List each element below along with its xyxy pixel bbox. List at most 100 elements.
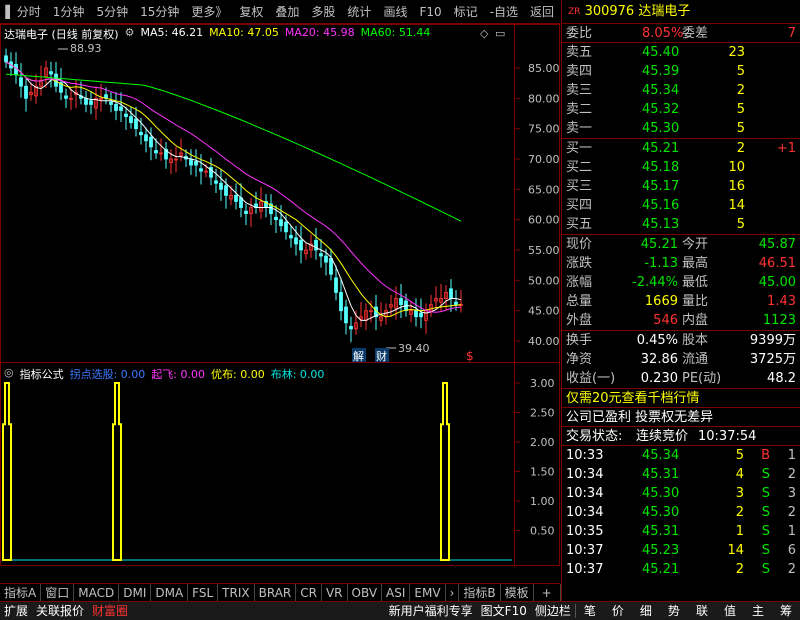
status-f10[interactable]: 图文F10	[477, 602, 531, 620]
quote-value: 45.87	[758, 237, 796, 252]
status-tab-chou[interactable]: 筹	[772, 602, 800, 620]
remove-watchlist-button[interactable]: -自选	[484, 0, 524, 24]
status-expand[interactable]: 扩展	[0, 602, 32, 620]
candle-body	[274, 216, 278, 221]
ind-y-tick-label: 1.00	[530, 495, 555, 508]
candle-body	[234, 194, 238, 202]
tick-row[interactable]: 10:34 45.31 4 S 2	[562, 465, 800, 484]
tab-template[interactable]: 模板	[501, 583, 534, 602]
ask-row[interactable]: 卖一 45.30 5	[562, 119, 800, 138]
bid-label: 买五	[566, 217, 593, 232]
indicator-collapse-icon[interactable]: ◎	[4, 366, 14, 380]
tick-count: 2	[787, 562, 796, 577]
ask-row[interactable]: 卖四 45.39 5	[562, 62, 800, 81]
tab-5min[interactable]: 5分钟	[90, 0, 134, 24]
duogu-button[interactable]: 多股	[305, 0, 341, 24]
tab-vr[interactable]: VR	[322, 583, 348, 602]
status-tab-bi[interactable]: 笔	[576, 602, 604, 620]
tab-1min[interactable]: 1分钟	[47, 0, 91, 24]
status-tab-lian[interactable]: 联	[688, 602, 716, 620]
low-label: 39.40	[398, 342, 430, 355]
status-tab-zhu[interactable]: 主	[744, 602, 772, 620]
candle-body	[124, 113, 128, 117]
bid-row[interactable]: 买二 45.18 10	[562, 158, 800, 177]
bid-row[interactable]: 买三 45.17 16	[562, 177, 800, 196]
tab-obv[interactable]: OBV	[348, 583, 383, 602]
tab-indicator-a[interactable]: 指标A	[0, 583, 42, 602]
status-tab-xi[interactable]: 细	[632, 602, 660, 620]
tick-row[interactable]: 10:37 45.21 2 S 2	[562, 560, 800, 579]
fuquan-button[interactable]: 复权	[233, 0, 269, 24]
indicator-name[interactable]: 指标公式	[20, 366, 64, 381]
tab-more[interactable]: 更多》	[185, 0, 233, 24]
tab-fenshi[interactable]: 分时	[11, 0, 47, 24]
quote-row[interactable]: 总量 1669 量比 1.43	[562, 292, 800, 311]
huaxian-button[interactable]: 画线	[377, 0, 413, 24]
tick-row[interactable]: 10:33 45.34 5 B 1	[562, 446, 800, 465]
promo-link[interactable]: 仅需20元查看千档行情	[566, 389, 700, 408]
y-tick-label: 70.00	[528, 153, 560, 166]
ind-y-tick-label: 0.50	[530, 525, 555, 538]
tick-row[interactable]: 10:34 45.30 3 S 3	[562, 484, 800, 503]
quote-row[interactable]: 涨幅 -2.44% 最低 45.00	[562, 273, 800, 292]
tab-indicator-b[interactable]: 指标B	[459, 583, 501, 602]
biaoji-button[interactable]: 标记	[448, 0, 484, 24]
quote-row[interactable]: 现价 45.21 今开 45.87	[562, 235, 800, 254]
back-button[interactable]: 返回	[524, 0, 560, 24]
ask-row[interactable]: 卖二 45.32 5	[562, 100, 800, 119]
tab-trix[interactable]: TRIX	[218, 583, 255, 602]
tick-row[interactable]: 10:37 45.23 14 S 6	[562, 541, 800, 560]
tab-brar[interactable]: BRAR	[255, 583, 297, 602]
status-tab-shi[interactable]: 势	[660, 602, 688, 620]
rect-icon: ▭	[495, 27, 505, 40]
bid-volume: 5	[736, 217, 745, 232]
quote-label: 最低	[682, 275, 709, 290]
stat-row[interactable]: 收益(一) 0.230 PE(动) 48.2	[562, 369, 800, 388]
stat-row[interactable]: 净资 32.86 流通 3725万	[562, 350, 800, 369]
tab-asi[interactable]: ASI	[382, 583, 411, 602]
candle-body	[24, 85, 28, 99]
quote-value: 1669	[644, 294, 678, 309]
status-related-quote[interactable]: 关联报价	[32, 602, 88, 620]
bid-row[interactable]: 买一 45.21 2 +1	[562, 139, 800, 158]
tick-row[interactable]: 10:35 45.31 1 S 1	[562, 522, 800, 541]
status-sidebar[interactable]: 侧边栏	[531, 602, 575, 620]
kline-chart[interactable]: 85.00 80.00 75.00 70.00 65.00 60.00 55.00 50.00…	[0, 24, 560, 566]
ask-row[interactable]: 卖五 45.40 23	[562, 43, 800, 62]
status-tab-zhi[interactable]: 值	[716, 602, 744, 620]
f10-button[interactable]: F10	[413, 0, 447, 24]
status-tab-jia[interactable]: 价	[604, 602, 632, 620]
quote-row[interactable]: 涨跌 -1.13 最高 46.51	[562, 254, 800, 273]
menu-icon[interactable]: ▐	[0, 5, 11, 19]
tab-dmi[interactable]: DMI	[119, 583, 152, 602]
ask-label: 卖一	[566, 121, 593, 136]
tab-dma[interactable]: DMA	[151, 583, 189, 602]
promo-row[interactable]: 仅需20元查看千档行情	[562, 389, 800, 408]
tab-cr[interactable]: CR	[296, 583, 322, 602]
bid-row[interactable]: 买四 45.16 14	[562, 196, 800, 215]
status-wealth-circle[interactable]: 财富圈	[88, 602, 132, 620]
stat-row[interactable]: 换手 0.45% 股本 9399万	[562, 331, 800, 350]
tab-window[interactable]: 窗口	[41, 583, 75, 602]
bid-list: 买一 45.21 2 +1 买二 45.18 10 买三 45.17 16 买四 45.16 14 买五 4…	[562, 139, 800, 235]
tab-15min[interactable]: 15分钟	[134, 0, 185, 24]
candle-body	[149, 136, 153, 148]
bid-row[interactable]: 买五 45.13 5	[562, 215, 800, 234]
tab-scroll-right-icon[interactable]: ›	[446, 583, 460, 602]
diejia-button[interactable]: 叠加	[269, 0, 305, 24]
quote-row[interactable]: 外盘 546 内盘 1123	[562, 311, 800, 330]
tick-price: 45.30	[642, 486, 680, 501]
bid-label: 买二	[566, 160, 593, 175]
quote-label: 内盘	[682, 313, 709, 328]
tab-emv[interactable]: EMV	[410, 583, 446, 602]
status-new-user-promo[interactable]: 新用户福利专享	[385, 602, 477, 620]
tab-macd[interactable]: MACD	[74, 583, 120, 602]
candle-body	[344, 306, 348, 324]
ask-row[interactable]: 卖三 45.34 2	[562, 81, 800, 100]
tick-price: 45.21	[642, 562, 680, 577]
tick-row[interactable]: 10:34 45.30 2 S 2	[562, 503, 800, 522]
zoom-in-button[interactable]: +	[534, 583, 561, 602]
tab-fsl[interactable]: FSL	[188, 583, 219, 602]
signal-bar	[112, 382, 122, 561]
tongji-button[interactable]: 统计	[341, 0, 377, 24]
